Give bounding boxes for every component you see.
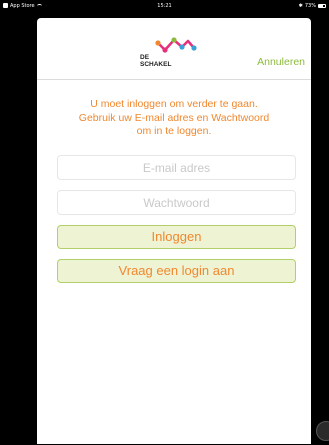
login-instructions: U moet inloggen om verder te gaan. Gebru…	[47, 98, 301, 139]
modal-header: DE SCHAKEL Annuleren	[37, 18, 311, 80]
back-to-app-icon	[3, 3, 8, 8]
request-login-button[interactable]: Vraag een login aan	[57, 259, 296, 283]
status-time: 15:21	[157, 2, 172, 9]
logo-text-schakel: SCHAKEL	[140, 61, 172, 68]
instruction-line-1: U moet inloggen om verder te gaan.	[90, 98, 258, 110]
assistive-touch-button[interactable]	[316, 421, 329, 441]
status-left[interactable]: App Store	[3, 3, 123, 9]
back-app-label[interactable]: App Store	[10, 3, 35, 9]
battery-percent: 73%	[304, 2, 316, 9]
logo-dot-pink	[162, 47, 168, 53]
login-button[interactable]: Inloggen	[57, 225, 296, 249]
logo-zigzag-icon	[155, 37, 197, 53]
logo-dot-blue	[179, 44, 185, 50]
instruction-line-3: om in te loggen.	[136, 125, 212, 137]
logo: DE SCHAKEL	[138, 33, 200, 78]
logo-dot-green	[171, 37, 177, 43]
wifi-icon	[36, 3, 42, 8]
password-field[interactable]	[57, 190, 296, 215]
logo-dot-orange	[155, 40, 161, 46]
cancel-button[interactable]: Annuleren	[257, 56, 305, 68]
instruction-line-2: Gebruik uw E-mail adres en Wachtwoord	[78, 111, 270, 124]
email-field[interactable]	[57, 155, 296, 180]
logo-dot-blue-2	[191, 45, 197, 51]
status-right: ✱ 73%	[206, 3, 326, 9]
battery-icon	[318, 3, 326, 8]
status-bar: App Store 15:21 ✱ 73%	[0, 0, 329, 11]
bluetooth-icon: ✱	[298, 2, 303, 9]
